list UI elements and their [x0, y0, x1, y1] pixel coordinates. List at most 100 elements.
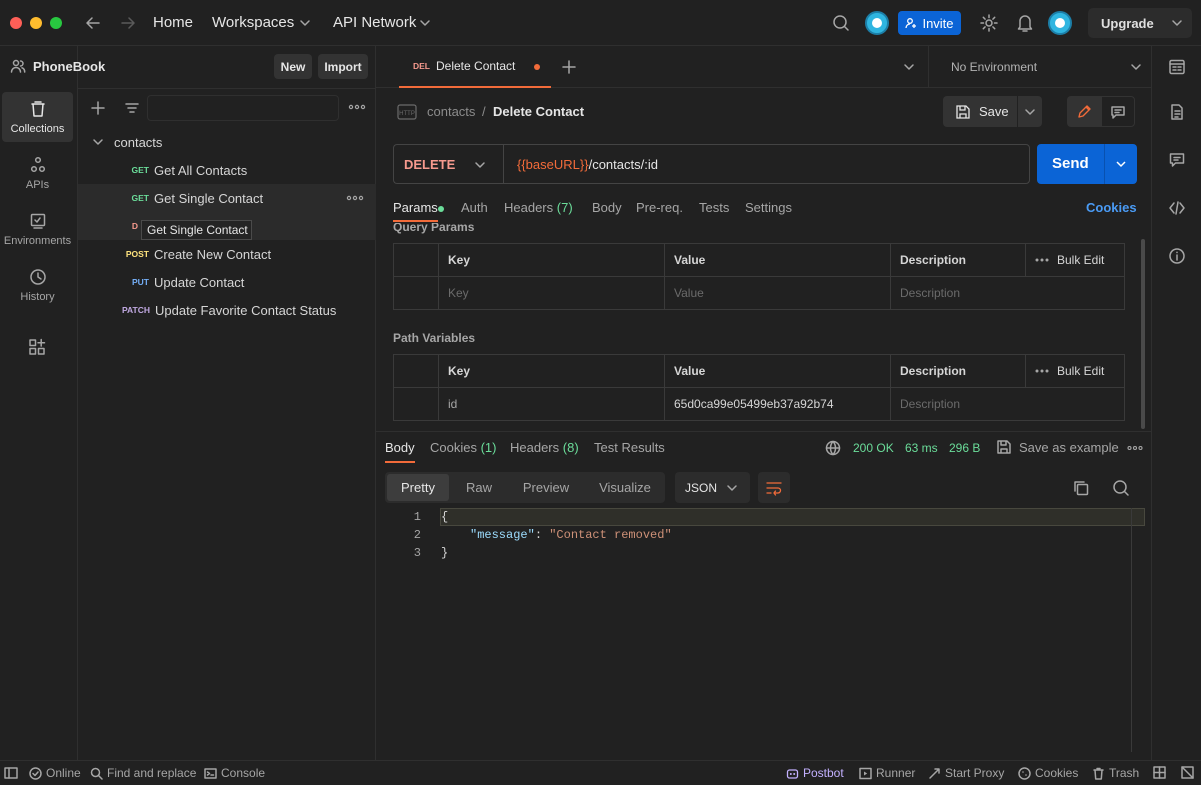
more-options-icon[interactable] — [1127, 444, 1143, 452]
new-button[interactable]: New — [274, 54, 312, 79]
rail-history[interactable]: History — [2, 260, 73, 310]
row-checkbox[interactable] — [394, 277, 439, 309]
tabs-dropdown-chevron-icon[interactable] — [903, 61, 915, 73]
runner-button[interactable]: Runner — [859, 766, 915, 780]
code-icon[interactable] — [1168, 199, 1186, 217]
collection-search-input[interactable] — [147, 95, 339, 121]
send-button[interactable]: Send — [1037, 144, 1137, 184]
filter-icon[interactable] — [124, 100, 140, 116]
more-options-icon[interactable] — [346, 192, 364, 204]
layout-grid-icon[interactable] — [1153, 766, 1166, 779]
tab-headers[interactable]: Headers (7) — [504, 200, 573, 215]
rail-apis[interactable]: APIs — [2, 148, 73, 198]
bulk-edit-button[interactable]: Bulk Edit — [1026, 244, 1124, 276]
response-tab-test-results[interactable]: Test Results — [594, 440, 665, 455]
response-tab-body[interactable]: Body — [385, 440, 415, 463]
home-link[interactable]: Home — [153, 14, 193, 31]
user-avatar[interactable] — [1048, 11, 1072, 35]
method-select[interactable]: DELETE — [393, 144, 503, 184]
back-arrow-icon[interactable] — [84, 14, 102, 32]
save-as-example-button[interactable]: Save as example — [996, 439, 1119, 455]
documentation-icon[interactable] — [1168, 103, 1186, 121]
breadcrumb-parent[interactable]: contacts — [427, 104, 475, 119]
tab-tests[interactable]: Tests — [699, 200, 729, 215]
toggle-sidebar-icon[interactable] — [4, 766, 18, 780]
response-time[interactable]: 63 ms — [905, 441, 938, 455]
import-button[interactable]: Import — [318, 54, 368, 79]
key-input[interactable]: Key — [439, 277, 665, 309]
view-raw-button[interactable]: Raw — [455, 472, 503, 503]
start-proxy-button[interactable]: Start Proxy — [928, 766, 1004, 780]
status-code[interactable]: 200 OK — [853, 441, 894, 455]
url-input[interactable]: {{baseURL}}/contacts/:id — [503, 144, 1030, 184]
minimize-window-button[interactable] — [30, 17, 42, 29]
view-pretty-button[interactable]: Pretty — [387, 474, 449, 501]
add-collection-icon[interactable] — [90, 100, 106, 116]
format-select[interactable]: JSON — [675, 472, 750, 503]
settings-gear-icon[interactable] — [979, 13, 999, 33]
save-options-button[interactable] — [1018, 96, 1042, 127]
request-item[interactable]: GET Get All Contacts — [78, 156, 376, 184]
workspaces-menu[interactable]: Workspaces — [212, 14, 294, 31]
more-options-icon[interactable] — [348, 101, 366, 113]
trash-button[interactable]: Trash — [1092, 766, 1139, 780]
response-size[interactable]: 296 B — [949, 441, 980, 455]
tab-body[interactable]: Body — [592, 200, 622, 215]
postbot-button[interactable]: Postbot — [786, 766, 844, 780]
folder-contacts[interactable]: contacts — [78, 128, 376, 156]
more-options-icon[interactable] — [1035, 257, 1049, 263]
search-icon[interactable] — [1112, 479, 1130, 497]
chevron-down-icon[interactable] — [1115, 158, 1127, 170]
more-options-icon[interactable] — [1035, 368, 1049, 374]
view-preview-button[interactable]: Preview — [515, 472, 577, 503]
new-tab-plus-icon[interactable] — [561, 59, 577, 75]
comments-mode-button[interactable] — [1101, 96, 1135, 127]
bell-icon[interactable] — [1016, 13, 1034, 33]
comments-icon[interactable] — [1168, 151, 1186, 169]
cookies-link[interactable]: Cookies — [1086, 200, 1137, 215]
api-network-menu[interactable]: API Network — [333, 14, 416, 31]
cookies-button[interactable]: Cookies — [1018, 766, 1078, 780]
json-line[interactable]: "message": "Contact removed" — [470, 528, 672, 542]
upgrade-button[interactable]: Upgrade — [1088, 8, 1192, 38]
console-button[interactable]: Console — [204, 766, 265, 780]
rail-collections[interactable]: Collections — [2, 92, 73, 142]
value-input[interactable]: Value — [665, 277, 891, 309]
maximize-window-button[interactable] — [50, 17, 62, 29]
save-button[interactable]: Save — [943, 96, 1017, 127]
search-icon[interactable] — [832, 14, 850, 32]
help-icon[interactable] — [1181, 766, 1194, 779]
online-status[interactable]: Online — [29, 766, 81, 780]
request-item[interactable]: PATCH Update Favorite Contact Status — [78, 296, 376, 324]
tab-delete-contact[interactable]: DEL Delete Contact — [399, 46, 551, 88]
response-tab-headers[interactable]: Headers (8) — [510, 440, 579, 455]
description-input[interactable]: Description — [891, 277, 1124, 309]
request-item[interactable]: POST Create New Contact — [78, 240, 376, 268]
request-item[interactable]: PUT Update Contact — [78, 268, 376, 296]
description-input[interactable]: Description — [891, 388, 1124, 420]
request-title[interactable]: Delete Contact — [493, 104, 584, 119]
find-replace-button[interactable]: Find and replace — [90, 766, 196, 780]
environment-select[interactable]: No Environment — [928, 46, 1151, 88]
tab-prerequest[interactable]: Pre-req. — [636, 200, 683, 215]
request-item-hovered[interactable]: GET Get Single Contact — [78, 184, 376, 212]
tab-params[interactable]: Params — [393, 200, 438, 222]
environment-quicklook-icon[interactable] — [1168, 58, 1186, 76]
globe-icon[interactable] — [825, 440, 841, 456]
team-avatar[interactable] — [865, 11, 889, 35]
rail-environments[interactable]: Environments — [2, 204, 73, 254]
copy-icon[interactable] — [1072, 479, 1090, 497]
bulk-edit-button[interactable]: Bulk Edit — [1026, 355, 1124, 387]
response-tab-cookies[interactable]: Cookies (1) — [430, 440, 496, 455]
info-icon[interactable] — [1168, 247, 1186, 265]
tab-settings[interactable]: Settings — [745, 200, 792, 215]
tab-auth[interactable]: Auth — [461, 200, 488, 215]
invite-button[interactable]: Invite — [898, 11, 961, 35]
forward-arrow-icon[interactable] — [119, 14, 137, 32]
path-value-input[interactable]: 65d0ca99e05499eb37a92b74 — [665, 388, 891, 420]
add-widgets-icon[interactable] — [28, 338, 46, 356]
close-window-button[interactable] — [10, 17, 22, 29]
view-visualize-button[interactable]: Visualize — [592, 472, 658, 503]
wrap-lines-button[interactable] — [758, 472, 790, 503]
scrollbar[interactable] — [1141, 239, 1145, 429]
